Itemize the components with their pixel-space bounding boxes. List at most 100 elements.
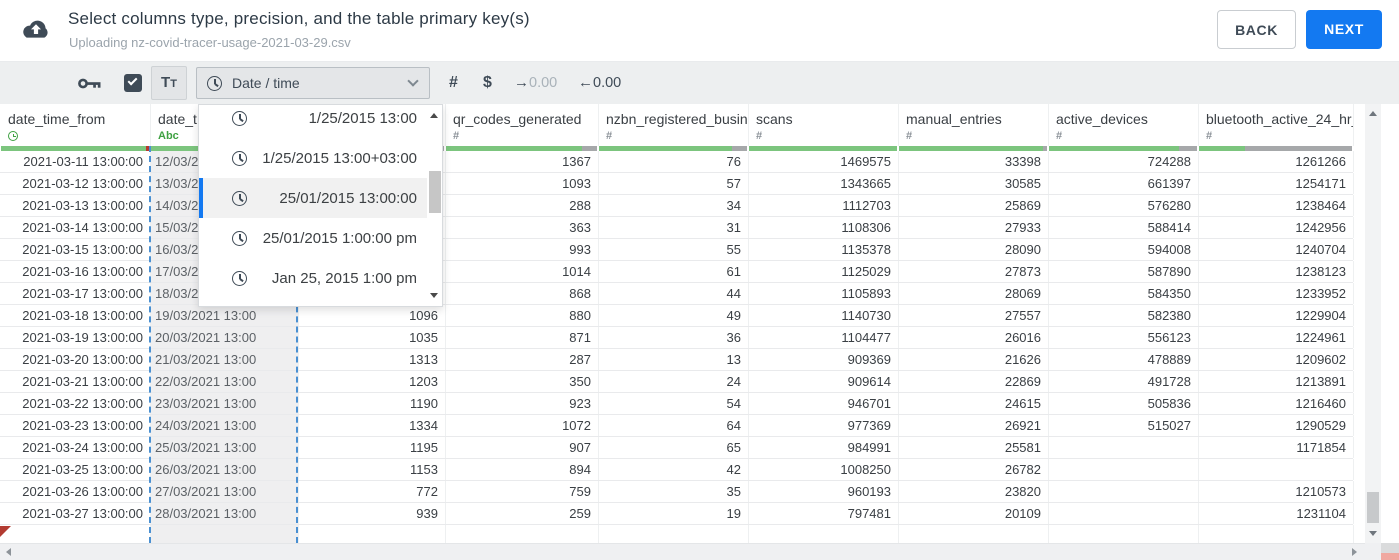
- column-header-scans[interactable]: scans #: [748, 104, 899, 146]
- table-cell: 28090: [898, 239, 1049, 260]
- table-cell: 2021-03-21 13:00:00: [0, 371, 151, 392]
- scrollbar-corner: [1365, 543, 1381, 560]
- table-cell: 33398: [898, 151, 1049, 172]
- error-marker: [0, 526, 11, 537]
- column-header-nzbn_registered_busine[interactable]: nzbn_registered_busine #: [598, 104, 749, 146]
- table-cell: 759: [445, 481, 599, 502]
- table-cell: 65: [598, 437, 749, 458]
- table-cell: 2021-03-20 13:00:00: [0, 349, 151, 370]
- table-cell: 61: [598, 261, 749, 282]
- vertical-scrollbar-thumb[interactable]: [1367, 492, 1379, 523]
- table-cell: 1334: [298, 415, 446, 436]
- scroll-left-icon[interactable]: [6, 548, 11, 556]
- table-cell: 35: [598, 481, 749, 502]
- table-cell: 977369: [748, 415, 899, 436]
- table-cell: 21626: [898, 349, 1049, 370]
- table-cell: 2021-03-22 13:00:00: [0, 393, 151, 414]
- integer-type-button[interactable]: #: [449, 62, 458, 104]
- table-row: 2021-03-18 13:00:00 19/03/2021 13:00 1096 8…: [0, 305, 1354, 327]
- date-format-option[interactable]: 1/25/2015 13:00+03:00: [199, 138, 429, 178]
- upload-cloud-icon: [23, 20, 48, 38]
- table-cell: 28069: [898, 283, 1049, 304]
- currency-type-button[interactable]: $: [483, 62, 492, 104]
- popup-scroll-up-icon[interactable]: [430, 113, 438, 118]
- next-button[interactable]: NEXT: [1306, 10, 1382, 49]
- table-cell: 1014: [445, 261, 599, 282]
- table-cell: 2021-03-26 13:00:00: [0, 481, 151, 502]
- column-header-manual_entries[interactable]: manual_entries #: [898, 104, 1049, 146]
- scroll-up-icon[interactable]: [1369, 111, 1377, 116]
- table-cell: 1035: [298, 327, 446, 348]
- table-cell: 2021-03-25 13:00:00: [0, 459, 151, 480]
- table-cell: 2021-03-24 13:00:00: [0, 437, 151, 458]
- table-cell: 1238464: [1198, 195, 1354, 216]
- scroll-down-icon[interactable]: [1369, 531, 1377, 536]
- table-cell: 1469575: [748, 151, 899, 172]
- clock-icon: [232, 150, 247, 166]
- table-cell: 587890: [1048, 261, 1199, 282]
- table-cell: 2021-03-17 13:00:00: [0, 283, 151, 304]
- table-cell: 64: [598, 415, 749, 436]
- table-cell: 76: [598, 151, 749, 172]
- table-cell: 1008250: [748, 459, 899, 480]
- column-name: active_devices: [1056, 111, 1148, 127]
- text-type-button[interactable]: Tt: [151, 66, 187, 100]
- table-cell: 23820: [898, 481, 1049, 502]
- date-format-dropdown-popup: 1/25/2015 13:00 1/25/2015 13:00+03:00 25/0…: [198, 104, 443, 307]
- table-cell: 1238123: [1198, 261, 1354, 282]
- column-header-date_time_from[interactable]: date_time_from: [0, 104, 151, 146]
- date-format-option[interactable]: 25/01/2015 13:00:00: [199, 178, 429, 218]
- date-format-option[interactable]: Jan 25, 2015 1:00 pm: [199, 258, 429, 298]
- back-button[interactable]: BACK: [1217, 10, 1296, 49]
- table-cell: 993: [445, 239, 599, 260]
- table-cell: 1343665: [748, 173, 899, 194]
- table-cell: 26921: [898, 415, 1049, 436]
- scroll-right-icon[interactable]: [1352, 548, 1357, 556]
- boolean-type-checkbox[interactable]: [124, 74, 142, 92]
- decrease-decimals-button[interactable]: →0.00: [514, 62, 557, 104]
- table-row: 2021-03-26 13:00:00 27/03/2021 13:00 772 75…: [0, 481, 1354, 503]
- table-cell: 27557: [898, 305, 1049, 326]
- decimal-value: 0.00: [593, 75, 622, 91]
- column-header-bluetooth_active_24_hr_[interactable]: bluetooth_active_24_hr_ #: [1198, 104, 1354, 146]
- date-format-option[interactable]: 1/25/2015 13:00: [199, 105, 429, 138]
- table-cell: 515027: [1048, 415, 1199, 436]
- table-cell: 907: [445, 437, 599, 458]
- table-cell: 1195: [298, 437, 446, 458]
- clock-icon: [207, 75, 222, 91]
- date-format-option[interactable]: 25/01/2015 1:00:00 pm: [199, 218, 429, 258]
- table-cell: 23/03/2021 13:00: [150, 393, 299, 414]
- table-cell: 1229904: [1198, 305, 1354, 326]
- table-cell: 939: [298, 503, 446, 524]
- table-cell: 25581: [898, 437, 1049, 458]
- table-cell: [445, 525, 599, 543]
- resize-grip: [1381, 543, 1399, 553]
- table-cell: 1209602: [1198, 349, 1354, 370]
- table-cell: 2021-03-11 13:00:00: [0, 151, 151, 172]
- table-cell: 960193: [748, 481, 899, 502]
- left-arrow-icon: ←: [578, 74, 593, 91]
- column-name: qr_codes_generated: [453, 111, 582, 127]
- popup-scroll-down-icon[interactable]: [430, 293, 438, 298]
- table-cell: 1216460: [1198, 393, 1354, 414]
- horizontal-scrollbar[interactable]: [0, 543, 1365, 560]
- date-format-option-list: 1/25/2015 13:00 1/25/2015 13:00+03:00 25/0…: [199, 105, 429, 298]
- type-selector-dropdown[interactable]: Date / time: [196, 67, 430, 99]
- table-cell: [1048, 481, 1199, 502]
- popup-scrollbar[interactable]: [427, 105, 442, 306]
- popup-scrollbar-thumb[interactable]: [429, 171, 441, 213]
- column-name: nzbn_registered_busine: [606, 111, 749, 127]
- chevron-down-icon: [407, 74, 419, 87]
- primary-key-icon[interactable]: [78, 77, 101, 90]
- table-cell: 1112703: [748, 195, 899, 216]
- table-cell: 556123: [1048, 327, 1199, 348]
- table-cell: 1313: [298, 349, 446, 370]
- import-wizard-window: Select columns type, precision, and the …: [0, 0, 1399, 560]
- vertical-scrollbar[interactable]: [1365, 104, 1381, 543]
- date-format-label: 25/01/2015 13:00:00: [279, 189, 417, 207]
- increase-decimals-button[interactable]: ←0.00: [578, 62, 621, 104]
- column-header-qr_codes_generated[interactable]: qr_codes_generated #: [445, 104, 599, 146]
- column-header-active_devices[interactable]: active_devices #: [1048, 104, 1199, 146]
- table-cell: 588414: [1048, 217, 1199, 238]
- table-cell: 42: [598, 459, 749, 480]
